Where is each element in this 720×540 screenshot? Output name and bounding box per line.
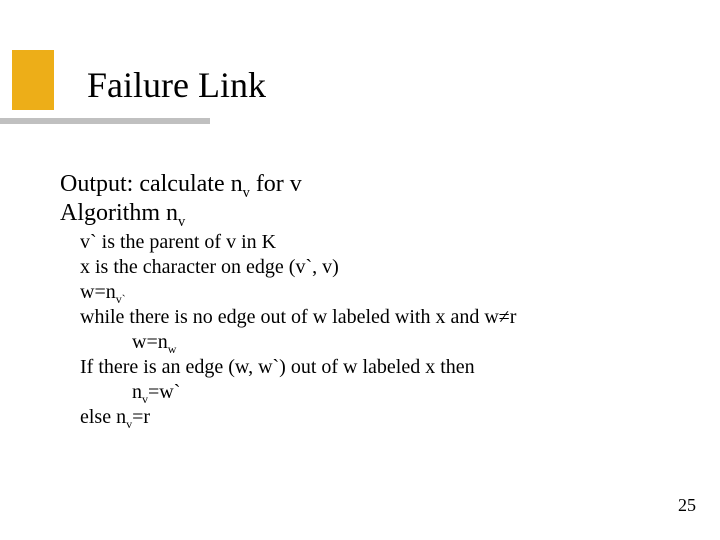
step-3: w=nv` bbox=[80, 280, 670, 305]
algorithm-steps: v` is the parent of v in K x is the char… bbox=[80, 230, 670, 430]
output-line: Output: calculate nv for v bbox=[60, 170, 670, 199]
algo-prefix: Algorithm n bbox=[60, 200, 178, 226]
accent-block bbox=[12, 50, 54, 110]
slide-body: Output: calculate nv for v Algorithm nv … bbox=[60, 170, 670, 430]
slide: Failure Link Output: calculate nv for v … bbox=[0, 0, 720, 540]
step-8: else nv=r bbox=[80, 405, 670, 430]
output-suffix: for v bbox=[250, 171, 302, 197]
step-7b: =w` bbox=[148, 381, 180, 403]
slide-title: Failure Link bbox=[87, 64, 266, 106]
step-8a: else n bbox=[80, 406, 126, 428]
step-7: nv=w` bbox=[80, 380, 670, 405]
output-prefix: Output: calculate n bbox=[60, 171, 243, 197]
step-6: If there is an edge (w, w`) out of w lab… bbox=[80, 355, 670, 380]
output-sub: v bbox=[243, 185, 250, 201]
step-5: w=nw bbox=[80, 330, 670, 355]
accent-bar bbox=[0, 118, 210, 124]
step-4: while there is no edge out of w labeled … bbox=[80, 305, 670, 330]
step-7a: n bbox=[132, 381, 142, 403]
algo-sub: v bbox=[178, 214, 185, 230]
step-5a: w=n bbox=[132, 331, 168, 353]
step-3-sub: v` bbox=[116, 292, 126, 306]
step-1: v` is the parent of v in K bbox=[80, 230, 670, 255]
page-number: 25 bbox=[678, 495, 696, 516]
step-3a: w=n bbox=[80, 281, 116, 303]
step-2: x is the character on edge (v`, v) bbox=[80, 255, 670, 280]
step-8b: =r bbox=[132, 406, 150, 428]
algorithm-line: Algorithm nv bbox=[60, 199, 670, 228]
step-5-sub: w bbox=[168, 342, 177, 356]
